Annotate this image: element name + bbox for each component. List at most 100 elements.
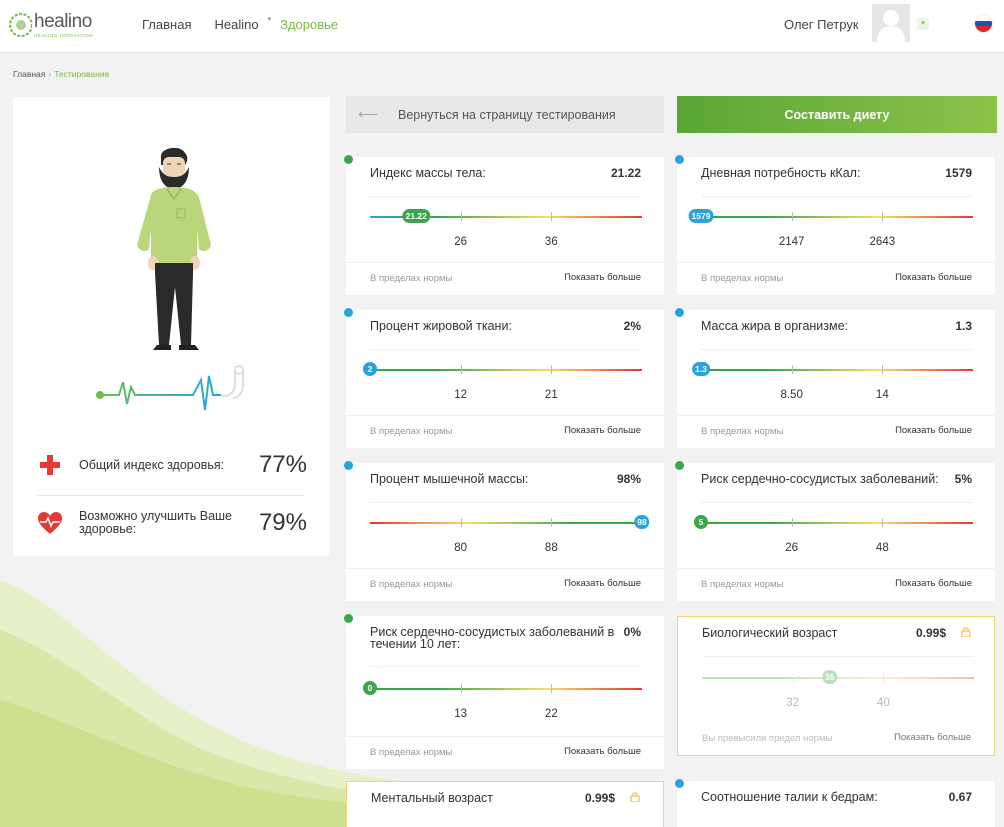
nav-item-healino[interactable]: Healino xyxy=(214,17,258,32)
arrow-left-icon: ⟵ xyxy=(358,106,379,122)
main-nav: Главная Healino ▾ Здоровье xyxy=(142,15,361,32)
nav-item-health[interactable]: Здоровье xyxy=(280,17,338,32)
show-more-link[interactable]: Показать больше xyxy=(895,425,972,436)
breadcrumb: Главная › Тестирование xyxy=(13,69,110,79)
heartbeat-stethoscope-icon xyxy=(96,365,244,411)
nav-item-home[interactable]: Главная xyxy=(142,17,191,32)
breadcrumb-home[interactable]: Главная xyxy=(13,69,45,79)
scale-tick-label: 88 xyxy=(544,542,558,554)
scale-tick-label: 8.50 xyxy=(780,389,803,401)
scale-tick-label: 80 xyxy=(454,542,468,554)
metric-title: Биологический возраст xyxy=(702,626,838,640)
user-name[interactable]: Олег Петрук xyxy=(784,17,859,32)
metric-scale-bar xyxy=(701,212,973,221)
show-more-link[interactable]: Показать больше xyxy=(564,272,641,283)
user-menu-chevron-icon[interactable]: ▾ xyxy=(917,18,929,30)
metric-value: 21.22 xyxy=(610,166,641,180)
health-index-row: Общий индекс здоровья: 77% xyxy=(37,451,307,479)
metric-card[interactable]: Масса жира в организме: 1.3 8.50 14 1.3 В … xyxy=(675,308,995,448)
metric-status: В пределах нормы xyxy=(370,579,453,590)
user-silhouette-icon xyxy=(877,10,905,42)
improve-health-value: 79% xyxy=(258,509,307,536)
scale-tick-label: 26 xyxy=(454,236,468,248)
metric-scale-bar xyxy=(370,365,642,374)
medical-cross-icon xyxy=(37,452,63,478)
metric-title: Ментальный возраст xyxy=(371,791,494,805)
health-index-value: 77% xyxy=(258,451,307,478)
chevron-down-icon[interactable]: ▾ xyxy=(268,15,272,30)
scale-tick-label: 13 xyxy=(454,708,468,720)
metric-status: В пределах нормы xyxy=(370,426,453,437)
metric-value: 5% xyxy=(954,472,972,486)
healino-logo[interactable]: healino HEALING INNOVATION xyxy=(8,6,98,44)
scale-tick-label: 2147 xyxy=(778,236,805,248)
metric-title: Дневная потребность кКал: xyxy=(701,166,861,180)
metric-marker: 5 xyxy=(694,515,708,529)
make-diet-button[interactable]: Составить диету xyxy=(677,96,997,133)
metric-card[interactable]: Процент жировой ткани: 2% 12 21 2 В предел… xyxy=(344,308,664,448)
metric-scale-bar xyxy=(370,518,642,527)
scale-tick-label: 21 xyxy=(544,389,558,401)
metric-value: 0.67 xyxy=(948,790,972,804)
show-more-link[interactable]: Показать больше xyxy=(894,732,971,743)
lock-icon[interactable] xyxy=(961,626,971,637)
logo-text: healino xyxy=(34,11,92,32)
metric-card[interactable]: Процент мышечной массы: 98% 80 88 98 В пре… xyxy=(344,461,664,601)
show-more-link[interactable]: Показать больше xyxy=(895,578,972,589)
metric-card[interactable]: Индекс массы тела: 21.22 26 36 21.22 В пре… xyxy=(344,155,664,295)
scale-tick-label: 26 xyxy=(785,542,799,554)
show-more-link[interactable]: Показать больше xyxy=(895,272,972,283)
metric-card[interactable]: Соотношение талии к бедрам: 0.67 xyxy=(675,779,995,827)
metric-marker: 2 xyxy=(363,362,377,376)
improve-health-label: Возможно улучшить Ваше здоровье: xyxy=(79,509,232,536)
scale-tick-label: 14 xyxy=(875,389,889,401)
logo-subtitle: HEALING INNOVATION xyxy=(34,33,94,38)
show-more-link[interactable]: Показать больше xyxy=(564,425,641,436)
heart-pulse-icon xyxy=(37,510,63,536)
russia-flag-icon[interactable] xyxy=(975,15,992,32)
scale-tick-label: 12 xyxy=(454,389,468,401)
metric-value: 0% xyxy=(623,625,641,639)
metric-title: Риск сердечно-сосудистых заболеваний в т… xyxy=(370,625,615,651)
lock-icon[interactable] xyxy=(630,791,640,802)
metric-value: 98% xyxy=(616,472,641,486)
metric-card[interactable]: Дневная потребность кКал: 1579 2147 2643 … xyxy=(675,155,995,295)
metric-status: В пределах нормы xyxy=(701,273,784,284)
scale-tick-label: 2643 xyxy=(869,236,896,248)
metric-status: Вы превысили предел нормы xyxy=(702,733,833,744)
metric-card[interactable]: Риск сердечно-сосудистых заболеваний в т… xyxy=(344,614,664,769)
metric-scale-bar xyxy=(370,684,642,693)
scale-tick-label: 32 xyxy=(786,697,800,709)
metric-status: В пределах нормы xyxy=(701,579,784,590)
metric-title: Риск сердечно-сосудистых заболеваний: xyxy=(701,472,939,486)
health-summary-card: Общий индекс здоровья: 77% Возможно улуч… xyxy=(13,97,330,556)
metric-card[interactable]: Биологический возраст 0.99$ 32 40 35 Вы пр… xyxy=(677,616,995,756)
metric-marker: 98 xyxy=(634,515,650,529)
metric-card[interactable]: Ментальный возраст 0.99$ xyxy=(346,781,664,827)
scale-tick-label: 48 xyxy=(875,542,889,554)
show-more-link[interactable]: Показать больше xyxy=(564,746,641,757)
metric-title: Процент жировой ткани: xyxy=(370,319,512,333)
top-header: healino HEALING INNOVATION Главная Heali… xyxy=(0,0,1004,53)
metric-value: 1.3 xyxy=(955,319,972,333)
metric-scale-bar xyxy=(702,673,974,682)
metric-value: 0.99$ xyxy=(584,791,615,805)
metric-value: 1579 xyxy=(945,166,972,180)
show-more-link[interactable]: Показать больше xyxy=(564,578,641,589)
metric-card[interactable]: Риск сердечно-сосудистых заболеваний: 5% … xyxy=(675,461,995,601)
back-to-testing-label: Вернуться на страницу тестирования xyxy=(398,107,616,122)
man-illustration xyxy=(137,147,211,350)
scale-tick-label: 40 xyxy=(876,697,890,709)
back-to-testing-button[interactable]: ⟵ Вернуться на страницу тестирования xyxy=(346,96,664,133)
metric-scale-bar xyxy=(701,518,973,527)
scale-tick-label: 22 xyxy=(544,708,558,720)
metric-scale-bar xyxy=(701,365,973,374)
metric-status: В пределах нормы xyxy=(370,273,453,284)
metric-marker: 35 xyxy=(822,670,838,684)
metric-title: Индекс массы тела: xyxy=(370,166,486,180)
metric-status: В пределах нормы xyxy=(701,426,784,437)
scale-tick-label: 36 xyxy=(544,236,558,248)
avatar[interactable] xyxy=(872,4,910,42)
metric-marker: 21.22 xyxy=(402,209,430,223)
metric-title: Соотношение талии к бедрам: xyxy=(701,790,878,804)
